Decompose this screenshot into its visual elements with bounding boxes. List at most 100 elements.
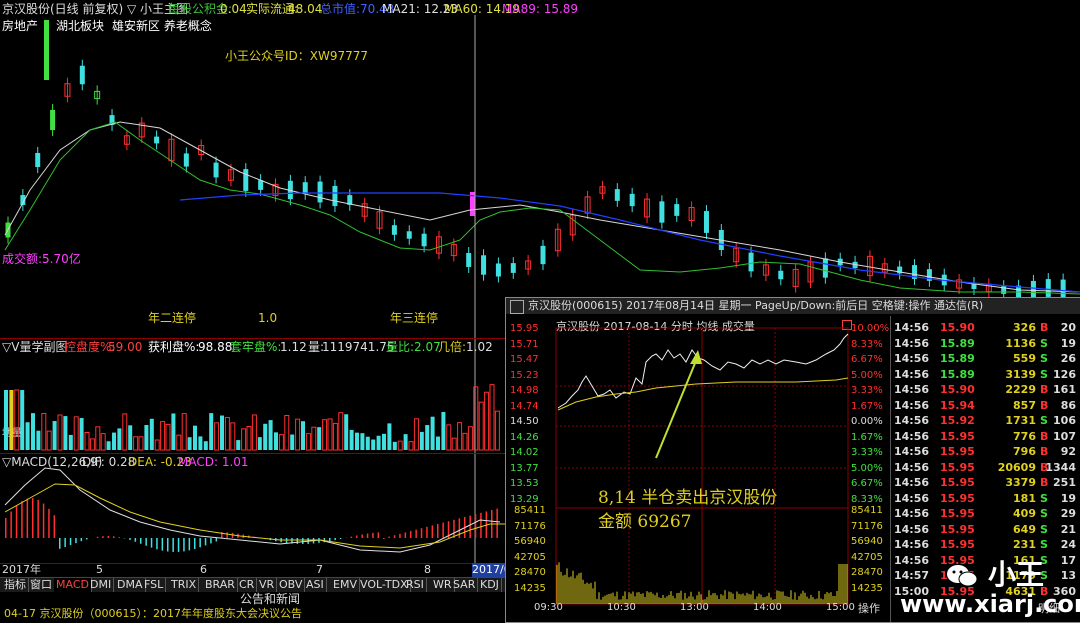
- tick-volume: 409: [1013, 506, 1036, 522]
- tick-row[interactable]: 14:5615.90326B20: [894, 320, 1080, 336]
- price-line: [558, 334, 848, 408]
- vol-tick: 85411: [851, 504, 883, 518]
- tick-time: 14:56: [894, 537, 929, 553]
- macd-bar: [410, 531, 412, 538]
- tick-row[interactable]: 14:5615.893139S126: [894, 367, 1080, 383]
- tick-count: 29: [1061, 506, 1076, 522]
- tick-price: 15.95: [940, 429, 975, 445]
- tab-vr[interactable]: VR: [257, 578, 277, 592]
- tick-row[interactable]: 14:5615.95409S29: [894, 506, 1080, 522]
- macd-bar: [194, 538, 196, 549]
- tick-volume: 1136: [1005, 336, 1036, 352]
- tick-price: 15.95: [940, 506, 975, 522]
- tick-time: 14:56: [894, 320, 929, 336]
- tick-volume: 326: [1013, 320, 1036, 336]
- macd-bar: [70, 538, 72, 545]
- macd-bar: [351, 537, 353, 538]
- macd-bar: [399, 534, 401, 538]
- tick-row[interactable]: 14:5615.95181S19: [894, 491, 1080, 507]
- pct-tick: 5.00%: [851, 369, 883, 383]
- tick-price: 15.89: [940, 367, 975, 383]
- tab-sar[interactable]: SAR: [451, 578, 478, 592]
- macd-bar: [372, 533, 374, 538]
- tab-obv[interactable]: OBV: [277, 578, 305, 592]
- tick-volume: 857: [1013, 398, 1036, 414]
- macd-bar: [183, 538, 185, 551]
- average-line: [558, 378, 848, 410]
- pct-tick: 6.67%: [851, 477, 883, 491]
- pct-tick: 8.33%: [851, 338, 883, 352]
- tick-row[interactable]: 14:5615.89559S26: [894, 351, 1080, 367]
- time-tick: 10:30: [607, 601, 636, 615]
- macd-bar: [415, 530, 417, 538]
- tab-窗口[interactable]: 窗口: [28, 578, 55, 592]
- tick-count: 1344: [1045, 460, 1076, 476]
- vol-tick: 56940: [851, 535, 883, 549]
- date-label: 5: [96, 563, 103, 577]
- tick-time: 14:56: [894, 429, 929, 445]
- tick-count: 24: [1061, 537, 1076, 553]
- tick-row[interactable]: 14:5615.902229B161: [894, 382, 1080, 398]
- tick-time: 14:56: [894, 336, 929, 352]
- tick-row[interactable]: 14:5615.95776B107: [894, 429, 1080, 445]
- macd-bar: [108, 536, 110, 538]
- tab-fsl[interactable]: FSL: [142, 578, 166, 592]
- tab-dmi[interactable]: DMI: [88, 578, 114, 592]
- macd-bar: [48, 509, 50, 538]
- tab-cr[interactable]: CR: [237, 578, 257, 592]
- tick-row[interactable]: 14:5615.95649S21: [894, 522, 1080, 538]
- tick-volume: 181: [1013, 491, 1036, 507]
- price-tick: 14.74: [510, 400, 539, 414]
- tick-row[interactable]: 14:5615.95796B92: [894, 444, 1080, 460]
- tick-row[interactable]: 14:5615.95231S24: [894, 537, 1080, 553]
- macd-bar: [81, 538, 83, 541]
- tab-dma[interactable]: DMA: [115, 578, 146, 592]
- price-tick: 14.50: [510, 415, 539, 429]
- macd-bar: [86, 538, 88, 539]
- tab-emv[interactable]: EMV: [331, 578, 360, 592]
- tick-count: 86: [1061, 398, 1076, 414]
- date-label: 8: [424, 563, 431, 577]
- trade-note-line1: 8,14 半仓卖出京汉股份: [598, 488, 777, 508]
- tick-time: 14:56: [894, 444, 929, 460]
- pct-tick: 6.67%: [851, 353, 883, 367]
- tick-volume: 1731: [1005, 413, 1036, 429]
- tick-row[interactable]: 14:5615.94857B86: [894, 398, 1080, 414]
- macd-bar: [361, 534, 363, 538]
- price-tick: 15.95: [510, 322, 539, 336]
- tab-trix[interactable]: TRIX: [169, 578, 199, 592]
- news-bar[interactable]: 公告和新闻: [240, 592, 300, 606]
- tick-side: S: [1040, 336, 1048, 352]
- tick-row[interactable]: 14:5615.891136S19: [894, 336, 1080, 352]
- tick-volume: 231: [1013, 537, 1036, 553]
- vol-tick: 14235: [851, 582, 883, 596]
- tick-count: 106: [1053, 413, 1076, 429]
- macd-bar: [226, 532, 228, 538]
- tab-kdj[interactable]: KDJ: [478, 578, 502, 592]
- price-tick: 14.98: [510, 384, 539, 398]
- tick-row[interactable]: 14:5615.921731S106: [894, 413, 1080, 429]
- price-tick: 15.71: [510, 338, 539, 352]
- tab-asi[interactable]: ASI: [304, 578, 327, 592]
- tab-vol-tdx[interactable]: VOL-TDX: [358, 578, 411, 592]
- tick-row[interactable]: 14:5615.95161S17: [894, 553, 1080, 569]
- operate-button[interactable]: 操作: [858, 602, 880, 616]
- tick-row[interactable]: 14:5615.953379B251: [894, 475, 1080, 491]
- tick-price: 15.90: [940, 382, 975, 398]
- tick-price: 15.89: [940, 336, 975, 352]
- tick-row[interactable]: 14:5715.951179S13: [894, 568, 1080, 584]
- tick-count: 92: [1061, 444, 1076, 460]
- tick-side: S: [1040, 351, 1048, 367]
- tick-count: 26: [1061, 351, 1076, 367]
- macd-bar: [27, 499, 29, 538]
- tab-brar[interactable]: BRAR: [203, 578, 238, 592]
- news-ticker[interactable]: 04-17 京汉股份（000615）：2017年年度股东大会决议公告: [4, 607, 302, 621]
- tab-指标[interactable]: 指标: [2, 578, 29, 592]
- macd-bar: [421, 528, 423, 538]
- tick-row[interactable]: 14:5615.9520609B1344: [894, 460, 1080, 476]
- macd-bar: [16, 506, 17, 538]
- tab-rsi[interactable]: RSI: [404, 578, 427, 592]
- tab-macd[interactable]: MACD: [54, 578, 92, 592]
- macd-bar: [329, 538, 331, 541]
- vol-tick: 28470: [851, 566, 883, 580]
